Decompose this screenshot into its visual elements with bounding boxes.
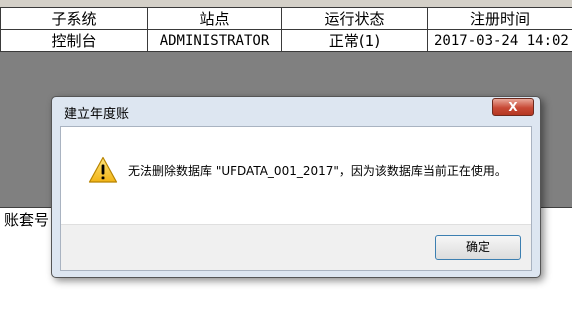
ledger-column-header[interactable]: 账套号 (4, 209, 49, 230)
column-header-status[interactable]: 运行状态 (281, 7, 428, 30)
ok-button[interactable]: 确定 (435, 235, 521, 260)
dialog-button-bar: 确定 (61, 224, 531, 270)
cell-status: 正常(1) (281, 29, 428, 52)
subsystem-table: 子系统 站点 运行状态 注册时间 控制台 ADMINISTRATOR 正常(1)… (0, 7, 572, 52)
column-header-site[interactable]: 站点 (147, 7, 282, 30)
table-header-row: 子系统 站点 运行状态 注册时间 (0, 7, 572, 30)
warning-icon (88, 156, 118, 183)
dialog-title: 建立年度账 (64, 107, 130, 122)
cell-registered-time: 2017-03-24 14:02:5 (427, 29, 572, 52)
cell-site: ADMINISTRATOR (147, 29, 282, 52)
close-button[interactable]: X (492, 98, 534, 116)
table-row[interactable]: 控制台 ADMINISTRATOR 正常(1) 2017-03-24 14:02… (0, 29, 572, 52)
dialog-message: 无法删除数据库 "UFDATA_001_2017"，因为该数据库当前正在使用。 (128, 164, 507, 178)
cell-subsystem: 控制台 (0, 29, 148, 52)
column-header-registered-time[interactable]: 注册时间 (427, 7, 572, 30)
column-header-subsystem[interactable]: 子系统 (0, 7, 148, 30)
application-window: 子系统 站点 运行状态 注册时间 控制台 ADMINISTRATOR 正常(1)… (0, 0, 572, 336)
dialog-body: 无法删除数据库 "UFDATA_001_2017"，因为该数据库当前正在使用。 … (60, 126, 532, 271)
message-dialog: 建立年度账 X 无法删除数据库 "UFDATA_001_2017"，因为该数据库… (51, 96, 541, 278)
